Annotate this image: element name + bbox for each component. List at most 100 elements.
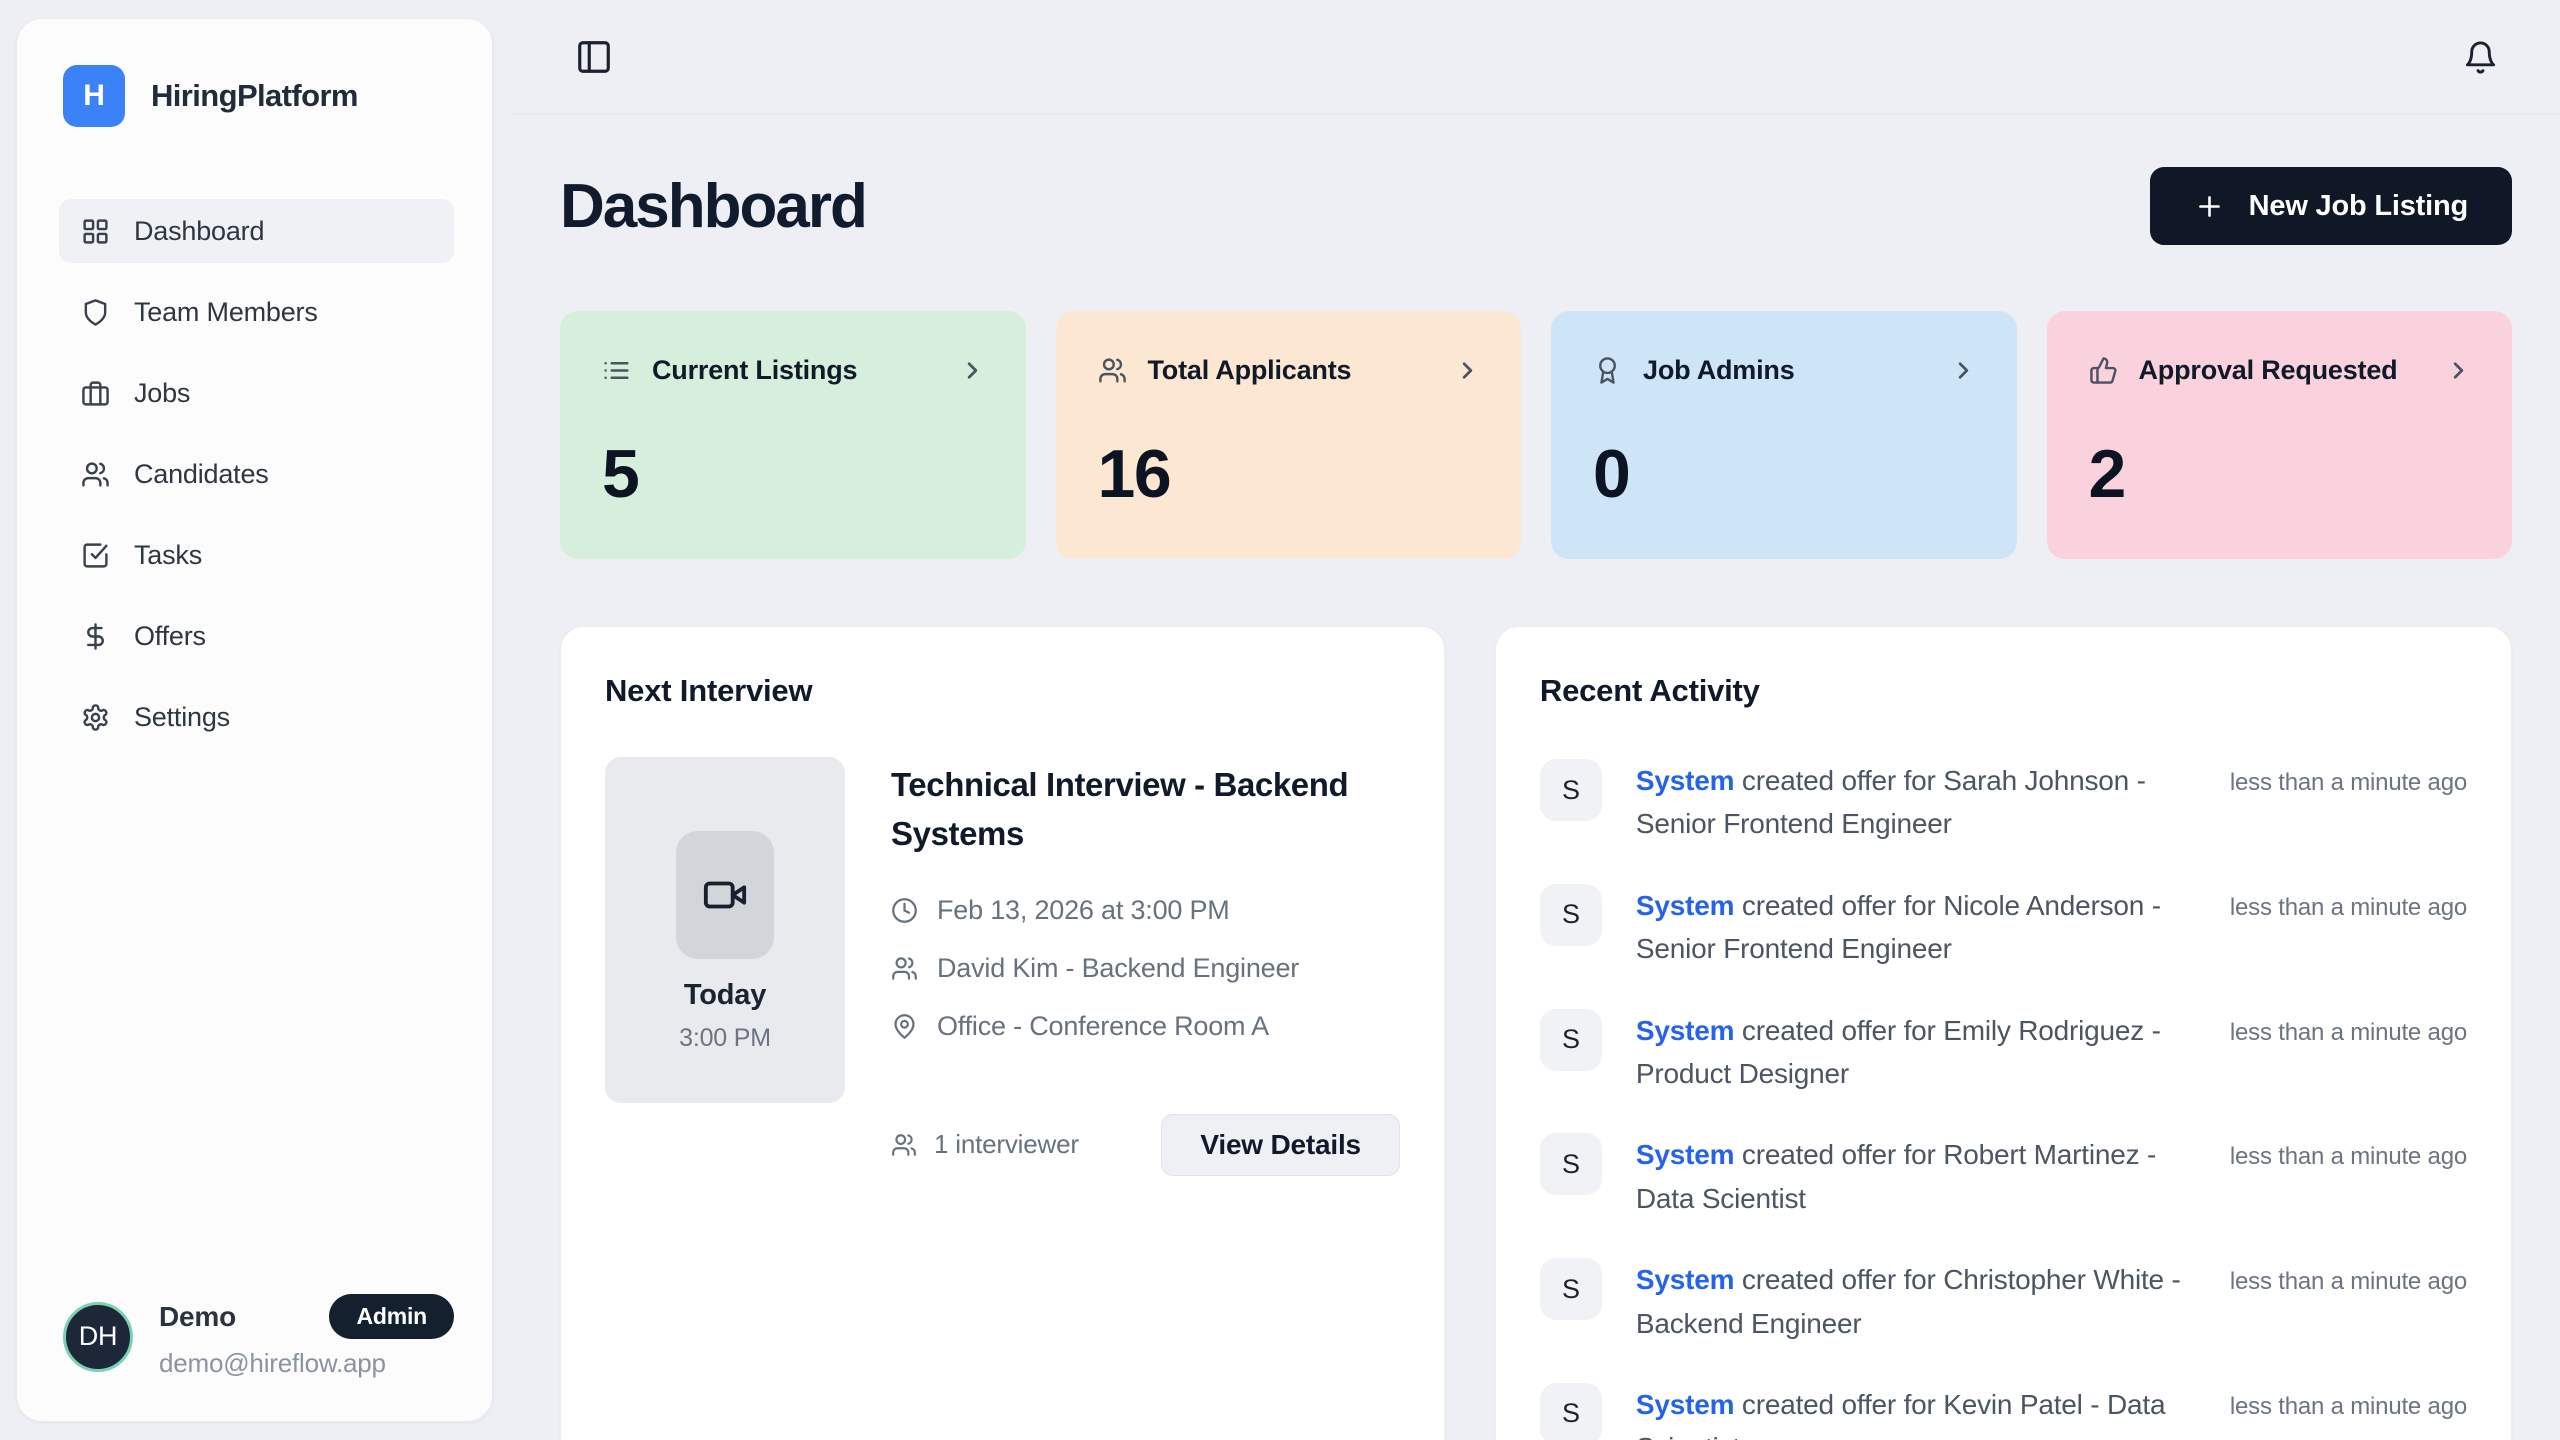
brand: H HiringPlatform: [17, 19, 492, 127]
stat-label: Approval Requested: [2139, 355, 2398, 386]
activity-avatar: S: [1540, 759, 1602, 821]
thumbs-up-icon: [2089, 356, 2118, 385]
interviewer-count: 1 interviewer: [891, 1129, 1079, 1160]
new-job-listing-button[interactable]: New Job Listing: [2150, 167, 2512, 245]
activity-timestamp: less than a minute ago: [2230, 1258, 2467, 1296]
recent-activity-title: Recent Activity: [1540, 673, 2467, 709]
stat-value: 5: [602, 435, 986, 513]
sidebar-item[interactable]: Team Members: [59, 280, 454, 344]
layout-grid-icon: [81, 217, 110, 246]
user-profile[interactable]: DH Demo Admin demo@hireflow.app: [63, 1294, 454, 1379]
clock-icon: [891, 897, 918, 924]
sidebar-item[interactable]: Dashboard: [59, 199, 454, 263]
recent-activity-panel: Recent Activity S System created offer f…: [1495, 626, 2512, 1440]
users-icon: [891, 1132, 917, 1158]
square-check-icon: [81, 541, 110, 570]
activity-actor: System: [1636, 765, 1734, 796]
sidebar-item[interactable]: Tasks: [59, 523, 454, 587]
sidebar-item-label: Team Members: [134, 297, 318, 328]
stat-label: Current Listings: [652, 355, 857, 386]
next-interview-title: Next Interview: [605, 673, 1400, 709]
activity-actor: System: [1636, 1264, 1734, 1295]
stats-row: Current Listings 5 Total Applicants: [560, 311, 2512, 559]
activity-item[interactable]: S System created offer for Kevin Patel -…: [1540, 1383, 2467, 1440]
stat-card[interactable]: Total Applicants 16: [1056, 311, 1522, 559]
stat-card[interactable]: Approval Requested 2: [2047, 311, 2513, 559]
role-badge: Admin: [329, 1294, 454, 1339]
stat-label: Total Applicants: [1148, 355, 1352, 386]
sidebar-item[interactable]: Candidates: [59, 442, 454, 506]
activity-text: System created offer for Christopher Whi…: [1636, 1258, 2196, 1345]
stat-card[interactable]: Current Listings 5: [560, 311, 1026, 559]
interview-date-tile: Today 3:00 PM: [605, 757, 845, 1103]
interview-datetime-row: Feb 13, 2026 at 3:00 PM: [891, 895, 1400, 926]
shield-icon: [81, 298, 110, 327]
interview-candidate-row: David Kim - Backend Engineer: [891, 953, 1400, 984]
activity-avatar: S: [1540, 1383, 1602, 1440]
activity-actor: System: [1636, 890, 1734, 921]
stat-label: Job Admins: [1643, 355, 1795, 386]
next-interview-panel: Next Interview Today 3:00 PM Technical I…: [560, 626, 1445, 1440]
sidebar-item[interactable]: Offers: [59, 604, 454, 668]
activity-actor: System: [1636, 1139, 1734, 1170]
activity-timestamp: less than a minute ago: [2230, 1009, 2467, 1047]
stat-value: 2: [2089, 435, 2473, 513]
users-icon: [891, 955, 918, 982]
page-title: Dashboard: [560, 171, 866, 242]
plus-icon: [2194, 191, 2225, 222]
chevron-right-icon: [2445, 357, 2472, 384]
sidebar-toggle-button[interactable]: [575, 38, 613, 76]
activity-avatar: S: [1540, 884, 1602, 946]
stat-value: 16: [1098, 435, 1482, 513]
sidebar-item-label: Tasks: [134, 540, 202, 571]
bell-icon: [2463, 40, 2498, 75]
interview-day: Today: [684, 979, 766, 1012]
stat-value: 0: [1593, 435, 1977, 513]
sidebar-item-label: Dashboard: [134, 216, 264, 247]
brand-name: HiringPlatform: [151, 78, 358, 114]
chevron-right-icon: [959, 357, 986, 384]
award-icon: [1593, 356, 1622, 385]
video-icon: [702, 872, 748, 918]
briefcase-icon: [81, 379, 110, 408]
dollar-sign-icon: [81, 622, 110, 651]
activity-timestamp: less than a minute ago: [2230, 1383, 2467, 1421]
sidebar-nav: Dashboard Team Members Jobs Candidates T…: [17, 199, 492, 749]
sidebar-item-label: Candidates: [134, 459, 269, 490]
topbar: [511, 0, 2560, 115]
stat-chevron: [2445, 357, 2472, 384]
notifications-button[interactable]: [2463, 40, 2498, 75]
activity-item[interactable]: S System created offer for Robert Martin…: [1540, 1133, 2467, 1220]
activity-timestamp: less than a minute ago: [2230, 759, 2467, 797]
interview-location-row: Office - Conference Room A: [891, 1011, 1400, 1042]
interview-event-title: Technical Interview - Backend Systems: [891, 761, 1400, 859]
activity-item[interactable]: S System created offer for Christopher W…: [1540, 1258, 2467, 1345]
interview-time: 3:00 PM: [679, 1024, 771, 1053]
sidebar-item-label: Settings: [134, 702, 230, 733]
brand-logo: H: [63, 65, 125, 127]
chevron-right-icon: [1454, 357, 1481, 384]
activity-timestamp: less than a minute ago: [2230, 884, 2467, 922]
stat-chevron: [1950, 357, 1977, 384]
main-area: Dashboard New Job Listing Current Listin…: [511, 0, 2560, 1440]
map-pin-icon: [891, 1013, 918, 1040]
avatar: DH: [63, 1302, 133, 1372]
activity-text: System created offer for Kevin Patel - D…: [1636, 1383, 2196, 1440]
panel-left-icon: [575, 38, 613, 76]
list-icon: [602, 356, 631, 385]
sidebar-item[interactable]: Settings: [59, 685, 454, 749]
stat-card[interactable]: Job Admins 0: [1551, 311, 2017, 559]
users-icon: [81, 460, 110, 489]
sidebar-item-label: Jobs: [134, 378, 190, 409]
view-details-button[interactable]: View Details: [1161, 1114, 1400, 1176]
sidebar-item-label: Offers: [134, 621, 206, 652]
sidebar-item[interactable]: Jobs: [59, 361, 454, 425]
activity-item[interactable]: S System created offer for Emily Rodrigu…: [1540, 1009, 2467, 1096]
activity-text: System created offer for Robert Martinez…: [1636, 1133, 2196, 1220]
activity-text: System created offer for Nicole Anderson…: [1636, 884, 2196, 971]
activity-item[interactable]: S System created offer for Sarah Johnson…: [1540, 759, 2467, 846]
activity-item[interactable]: S System created offer for Nicole Anders…: [1540, 884, 2467, 971]
gear-icon: [81, 703, 110, 732]
activity-avatar: S: [1540, 1133, 1602, 1195]
video-tile: [676, 831, 774, 959]
